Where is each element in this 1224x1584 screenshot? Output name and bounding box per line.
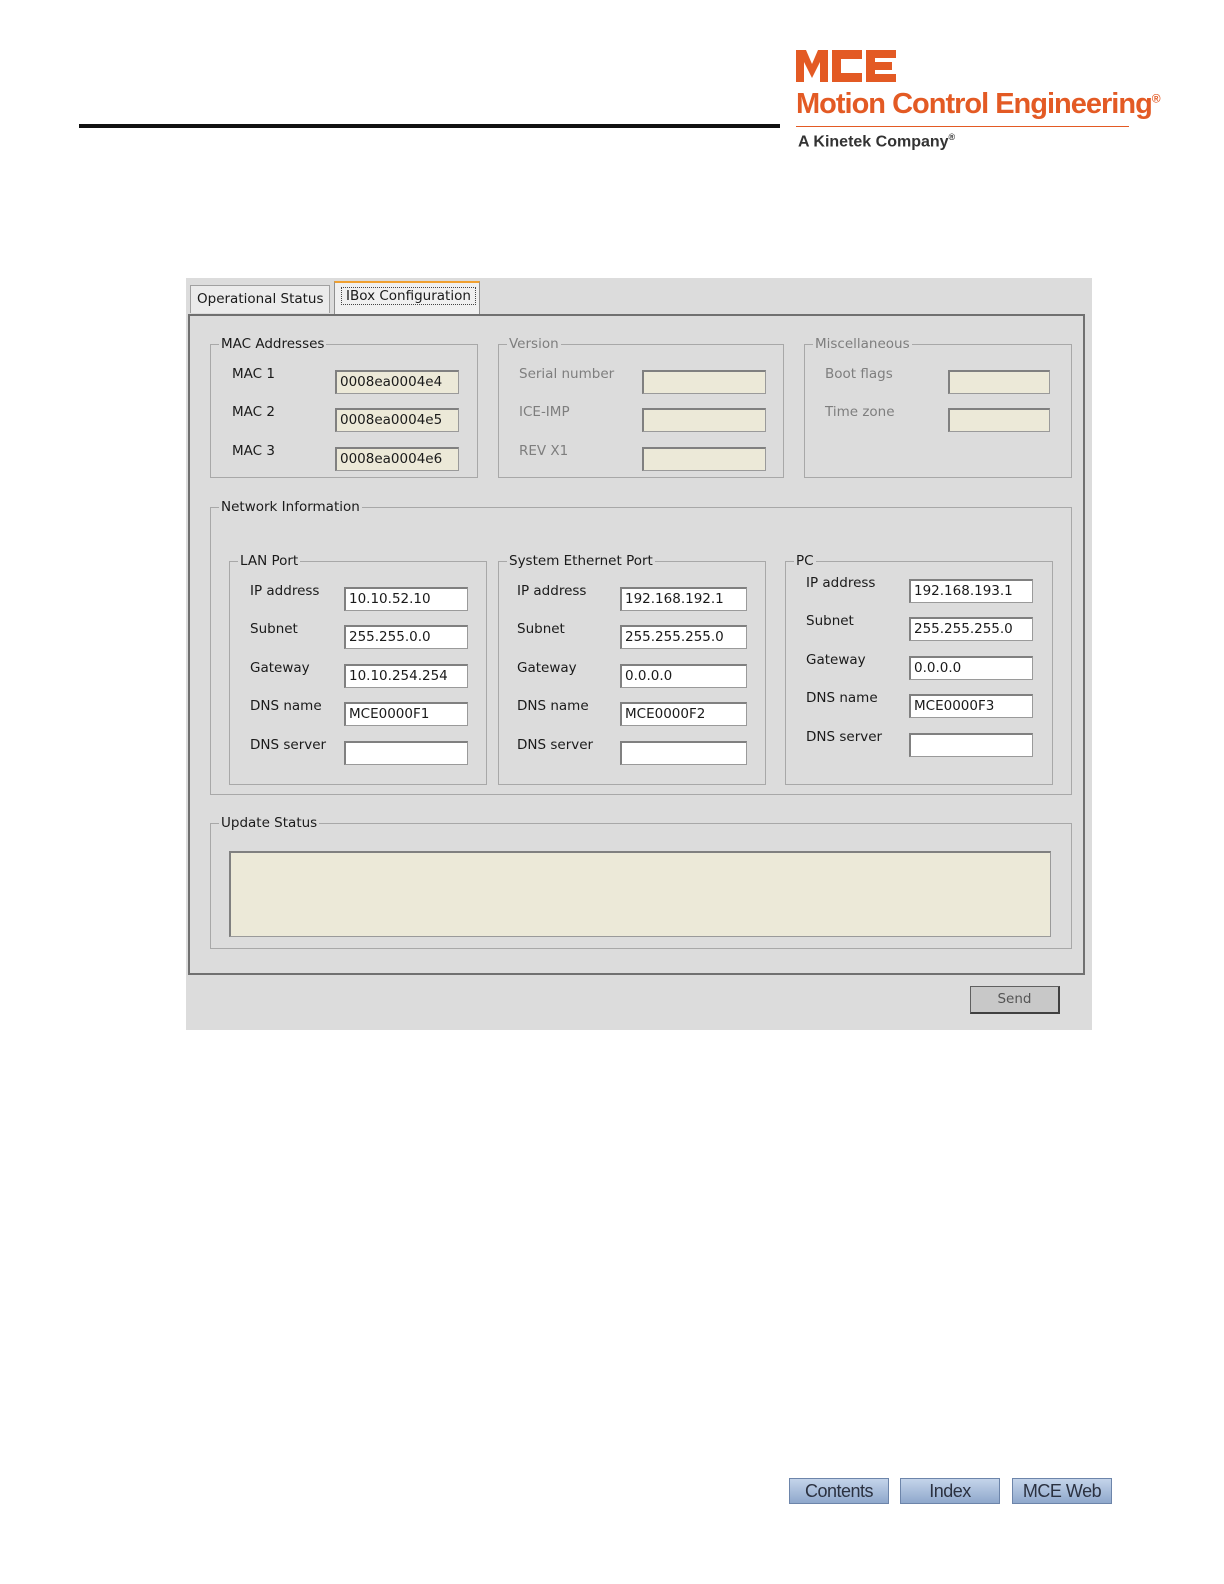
group-legend: Version (509, 336, 559, 352)
rev-x1-label: REV X1 (519, 443, 569, 459)
mac-addresses-group: MAC Addresses MAC 1 0008ea0004e4 MAC 2 0… (210, 336, 478, 478)
mac-3-field[interactable]: 0008ea0004e6 (335, 447, 459, 471)
miscellaneous-group: Miscellaneous Boot flags Time zone (804, 336, 1072, 478)
ice-imp-field[interactable] (642, 408, 766, 432)
mac-3-label: MAC 3 (232, 443, 275, 459)
sys-ip-field[interactable]: 192.168.192.1 (620, 587, 747, 611)
tab-operational-status[interactable]: Operational Status (190, 285, 330, 313)
sys-dns-server-label: DNS server (517, 737, 594, 753)
lan-gateway-field[interactable]: 10.10.254.254 (344, 664, 468, 688)
pc-dns-server-label: DNS server (806, 729, 883, 745)
tab-label: IBox Configuration (341, 287, 476, 305)
group-legend: Miscellaneous (815, 336, 910, 352)
pc-subnet-field[interactable]: 255.255.255.0 (909, 617, 1033, 641)
ibox-app-window: Operational Status IBox Configuration MA… (186, 278, 1092, 1030)
logo-divider (796, 126, 1129, 127)
send-button[interactable]: Send (970, 986, 1060, 1014)
lan-ip-label: IP address (250, 583, 320, 599)
pc-dns-name-field[interactable]: MCE0000F3 (909, 694, 1033, 718)
group-legend: MAC Addresses (221, 336, 325, 352)
group-legend: System Ethernet Port (509, 553, 653, 569)
pc-ip-label: IP address (806, 575, 876, 591)
index-button[interactable]: Index (900, 1478, 1000, 1504)
system-ethernet-port-group: System Ethernet Port IP address 192.168.… (498, 553, 766, 785)
time-zone-label: Time zone (825, 404, 895, 420)
lan-port-group: LAN Port IP address 10.10.52.10 Subnet 2… (229, 553, 487, 785)
sys-subnet-label: Subnet (517, 621, 565, 637)
mce-logo: Motion Control Engineering® A Kinetek Co… (796, 48, 1161, 158)
lan-gateway-label: Gateway (250, 660, 310, 676)
pc-dns-name-label: DNS name (806, 690, 878, 706)
pc-gateway-field[interactable]: 0.0.0.0 (909, 656, 1033, 680)
group-legend: Network Information (221, 499, 360, 515)
sys-gateway-label: Gateway (517, 660, 577, 676)
sys-dns-server-field[interactable] (620, 741, 747, 765)
tab-label: Operational Status (197, 291, 324, 307)
mac-2-field[interactable]: 0008ea0004e5 (335, 408, 459, 432)
mac-1-field[interactable]: 0008ea0004e4 (335, 370, 459, 394)
lan-ip-field[interactable]: 10.10.52.10 (344, 587, 468, 611)
serial-number-label: Serial number (519, 366, 615, 382)
lan-dns-name-label: DNS name (250, 698, 322, 714)
sys-ip-label: IP address (517, 583, 587, 599)
time-zone-field[interactable] (948, 408, 1050, 432)
registered-mark: ® (1151, 91, 1161, 106)
group-legend: PC (796, 553, 814, 569)
sys-dns-name-field[interactable]: MCE0000F2 (620, 702, 747, 726)
tab-ibox-configuration[interactable]: IBox Configuration (334, 281, 480, 314)
registered-mark-small: ® (948, 132, 956, 142)
version-group: Version Serial number ICE-IMP REV X1 (498, 336, 784, 478)
group-legend: LAN Port (240, 553, 299, 569)
lan-dns-server-field[interactable] (344, 741, 468, 765)
mac-1-label: MAC 1 (232, 366, 275, 382)
mce-web-button[interactable]: MCE Web (1012, 1478, 1112, 1504)
rev-x1-field[interactable] (642, 447, 766, 471)
sys-dns-name-label: DNS name (517, 698, 589, 714)
boot-flags-label: Boot flags (825, 366, 893, 382)
update-status-group: Update Status (210, 815, 1072, 949)
mac-2-label: MAC 2 (232, 404, 275, 420)
lan-subnet-field[interactable]: 255.255.0.0 (344, 625, 468, 649)
serial-number-field[interactable] (642, 370, 766, 394)
pc-dns-server-field[interactable] (909, 733, 1033, 757)
lan-dns-server-label: DNS server (250, 737, 327, 753)
lan-dns-name-field[interactable]: MCE0000F1 (344, 702, 468, 726)
sys-subnet-field[interactable]: 255.255.255.0 (620, 625, 747, 649)
lan-subnet-label: Subnet (250, 621, 298, 637)
update-status-textarea[interactable] (229, 851, 1051, 937)
ibox-configuration-panel: MAC Addresses MAC 1 0008ea0004e4 MAC 2 0… (188, 314, 1085, 975)
brand-name: Motion Control Engineering (796, 88, 1153, 120)
boot-flags-field[interactable] (948, 370, 1050, 394)
mce-logo-mark-icon (796, 50, 896, 82)
network-information-group: Network Information LAN Port IP address … (210, 499, 1072, 795)
contents-button[interactable]: Contents (789, 1478, 889, 1504)
brand-tagline: A Kinetek Company (798, 133, 949, 151)
pc-ip-field[interactable]: 192.168.193.1 (909, 579, 1033, 603)
pc-group: PC IP address 192.168.193.1 Subnet 255.2… (785, 553, 1053, 785)
pc-subnet-label: Subnet (806, 613, 854, 629)
sys-gateway-field[interactable]: 0.0.0.0 (620, 664, 747, 688)
group-legend: Update Status (221, 815, 318, 831)
ice-imp-label: ICE-IMP (519, 404, 570, 420)
pc-gateway-label: Gateway (806, 652, 866, 668)
header-rule (79, 124, 780, 128)
